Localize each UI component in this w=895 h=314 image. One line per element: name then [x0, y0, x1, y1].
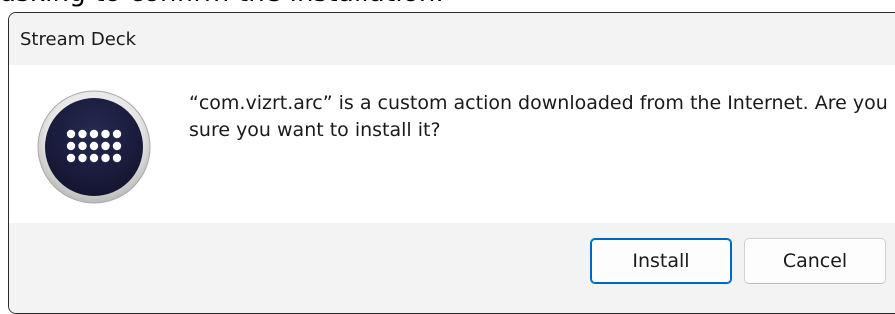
stream-deck-app-icon — [36, 89, 152, 205]
install-button[interactable]: Install — [590, 238, 732, 284]
cancel-button[interactable]: Cancel — [744, 238, 886, 284]
dialog-title: Stream Deck — [20, 28, 137, 50]
install-confirm-dialog: Stream Deck “com.vizrt.arc” is a custom … — [8, 12, 895, 314]
dialog-content: “com.vizrt.arc” is a custom action downl… — [9, 65, 895, 223]
dialog-titlebar[interactable]: Stream Deck — [9, 13, 895, 65]
dialog-message: “com.vizrt.arc” is a custom action downl… — [189, 92, 888, 141]
